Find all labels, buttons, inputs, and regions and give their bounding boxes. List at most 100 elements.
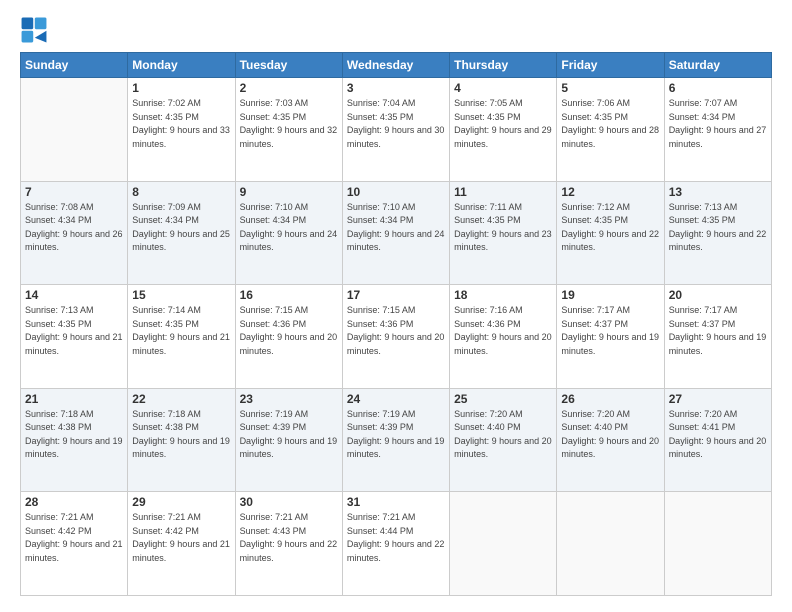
day-number: 16 [240,288,338,302]
week-row-5: 28 Sunrise: 7:21 AMSunset: 4:42 PMDayligh… [21,492,772,596]
calendar-cell: 1 Sunrise: 7:02 AMSunset: 4:35 PMDaylight… [128,78,235,182]
day-info: Sunrise: 7:20 AMSunset: 4:41 PMDaylight:… [669,408,767,462]
day-number: 27 [669,392,767,406]
page: SundayMondayTuesdayWednesdayThursdayFrid… [0,0,792,612]
day-number: 22 [132,392,230,406]
logo-icon [20,16,48,44]
calendar-cell: 3 Sunrise: 7:04 AMSunset: 4:35 PMDaylight… [342,78,449,182]
calendar-cell: 28 Sunrise: 7:21 AMSunset: 4:42 PMDayligh… [21,492,128,596]
week-row-2: 7Sunrise: 7:08 AMSunset: 4:34 PMDaylight… [21,181,772,285]
day-info: Sunrise: 7:21 AMSunset: 4:43 PMDaylight:… [240,511,338,565]
day-number: 20 [669,288,767,302]
day-info: Sunrise: 7:07 AMSunset: 4:34 PMDaylight:… [669,97,767,151]
day-info: Sunrise: 7:17 AMSunset: 4:37 PMDaylight:… [669,304,767,358]
calendar-cell: 4 Sunrise: 7:05 AMSunset: 4:35 PMDaylight… [450,78,557,182]
week-row-4: 21 Sunrise: 7:18 AMSunset: 4:38 PMDayligh… [21,388,772,492]
calendar-cell: 19 Sunrise: 7:17 AMSunset: 4:37 PMDayligh… [557,285,664,389]
day-number: 5 [561,81,659,95]
calendar-cell: 5Sunrise: 7:06 AMSunset: 4:35 PMDaylight… [557,78,664,182]
calendar-cell [557,492,664,596]
weekday-header-friday: Friday [557,53,664,78]
calendar-cell: 25Sunrise: 7:20 AMSunset: 4:40 PMDayligh… [450,388,557,492]
day-number: 6 [669,81,767,95]
day-number: 23 [240,392,338,406]
day-number: 19 [561,288,659,302]
day-info: Sunrise: 7:19 AMSunset: 4:39 PMDaylight:… [240,408,338,462]
calendar: SundayMondayTuesdayWednesdayThursdayFrid… [20,52,772,596]
calendar-cell [21,78,128,182]
day-info: Sunrise: 7:18 AMSunset: 4:38 PMDaylight:… [25,408,123,462]
day-info: Sunrise: 7:12 AMSunset: 4:35 PMDaylight:… [561,201,659,255]
day-number: 9 [240,185,338,199]
day-info: Sunrise: 7:13 AMSunset: 4:35 PMDaylight:… [25,304,123,358]
day-number: 13 [669,185,767,199]
day-info: Sunrise: 7:05 AMSunset: 4:35 PMDaylight:… [454,97,552,151]
day-info: Sunrise: 7:04 AMSunset: 4:35 PMDaylight:… [347,97,445,151]
day-number: 26 [561,392,659,406]
day-number: 14 [25,288,123,302]
calendar-cell: 22Sunrise: 7:18 AMSunset: 4:38 PMDayligh… [128,388,235,492]
calendar-cell: 31 Sunrise: 7:21 AMSunset: 4:44 PMDayligh… [342,492,449,596]
day-number: 31 [347,495,445,509]
weekday-header-tuesday: Tuesday [235,53,342,78]
header [20,16,772,44]
calendar-cell: 14 Sunrise: 7:13 AMSunset: 4:35 PMDayligh… [21,285,128,389]
day-info: Sunrise: 7:10 AMSunset: 4:34 PMDaylight:… [240,201,338,255]
calendar-cell [450,492,557,596]
calendar-cell: 18 Sunrise: 7:16 AMSunset: 4:36 PMDayligh… [450,285,557,389]
day-number: 8 [132,185,230,199]
day-info: Sunrise: 7:10 AMSunset: 4:34 PMDaylight:… [347,201,445,255]
weekday-header-wednesday: Wednesday [342,53,449,78]
calendar-cell: 2Sunrise: 7:03 AMSunset: 4:35 PMDaylight… [235,78,342,182]
calendar-cell: 17 Sunrise: 7:15 AMSunset: 4:36 PMDayligh… [342,285,449,389]
calendar-cell: 23 Sunrise: 7:19 AMSunset: 4:39 PMDayligh… [235,388,342,492]
day-number: 18 [454,288,552,302]
calendar-cell: 30 Sunrise: 7:21 AMSunset: 4:43 PMDayligh… [235,492,342,596]
calendar-cell [664,492,771,596]
day-info: Sunrise: 7:19 AMSunset: 4:39 PMDaylight:… [347,408,445,462]
day-info: Sunrise: 7:15 AMSunset: 4:36 PMDaylight:… [347,304,445,358]
day-number: 10 [347,185,445,199]
calendar-cell: 9 Sunrise: 7:10 AMSunset: 4:34 PMDaylight… [235,181,342,285]
calendar-cell: 20 Sunrise: 7:17 AMSunset: 4:37 PMDayligh… [664,285,771,389]
day-info: Sunrise: 7:11 AMSunset: 4:35 PMDaylight:… [454,201,552,255]
day-info: Sunrise: 7:02 AMSunset: 4:35 PMDaylight:… [132,97,230,151]
day-info: Sunrise: 7:21 AMSunset: 4:44 PMDaylight:… [347,511,445,565]
weekday-header-row: SundayMondayTuesdayWednesdayThursdayFrid… [21,53,772,78]
calendar-cell: 11 Sunrise: 7:11 AMSunset: 4:35 PMDayligh… [450,181,557,285]
day-number: 17 [347,288,445,302]
day-number: 4 [454,81,552,95]
day-info: Sunrise: 7:15 AMSunset: 4:36 PMDaylight:… [240,304,338,358]
day-number: 29 [132,495,230,509]
day-info: Sunrise: 7:16 AMSunset: 4:36 PMDaylight:… [454,304,552,358]
calendar-cell: 16 Sunrise: 7:15 AMSunset: 4:36 PMDayligh… [235,285,342,389]
day-info: Sunrise: 7:21 AMSunset: 4:42 PMDaylight:… [25,511,123,565]
calendar-cell: 24 Sunrise: 7:19 AMSunset: 4:39 PMDayligh… [342,388,449,492]
day-info: Sunrise: 7:21 AMSunset: 4:42 PMDaylight:… [132,511,230,565]
calendar-cell: 21 Sunrise: 7:18 AMSunset: 4:38 PMDayligh… [21,388,128,492]
day-number: 3 [347,81,445,95]
calendar-cell: 6 Sunrise: 7:07 AMSunset: 4:34 PMDaylight… [664,78,771,182]
logo [20,16,52,44]
week-row-3: 14 Sunrise: 7:13 AMSunset: 4:35 PMDayligh… [21,285,772,389]
week-row-1: 1 Sunrise: 7:02 AMSunset: 4:35 PMDaylight… [21,78,772,182]
day-number: 21 [25,392,123,406]
day-number: 24 [347,392,445,406]
calendar-cell: 29 Sunrise: 7:21 AMSunset: 4:42 PMDayligh… [128,492,235,596]
day-number: 28 [25,495,123,509]
calendar-cell: 27 Sunrise: 7:20 AMSunset: 4:41 PMDayligh… [664,388,771,492]
day-info: Sunrise: 7:09 AMSunset: 4:34 PMDaylight:… [132,201,230,255]
day-number: 15 [132,288,230,302]
calendar-cell: 12Sunrise: 7:12 AMSunset: 4:35 PMDayligh… [557,181,664,285]
weekday-header-saturday: Saturday [664,53,771,78]
day-number: 1 [132,81,230,95]
day-number: 11 [454,185,552,199]
weekday-header-monday: Monday [128,53,235,78]
weekday-header-sunday: Sunday [21,53,128,78]
day-info: Sunrise: 7:13 AMSunset: 4:35 PMDaylight:… [669,201,767,255]
day-info: Sunrise: 7:17 AMSunset: 4:37 PMDaylight:… [561,304,659,358]
day-number: 30 [240,495,338,509]
day-info: Sunrise: 7:14 AMSunset: 4:35 PMDaylight:… [132,304,230,358]
calendar-cell: 10 Sunrise: 7:10 AMSunset: 4:34 PMDayligh… [342,181,449,285]
day-info: Sunrise: 7:08 AMSunset: 4:34 PMDaylight:… [25,201,123,255]
